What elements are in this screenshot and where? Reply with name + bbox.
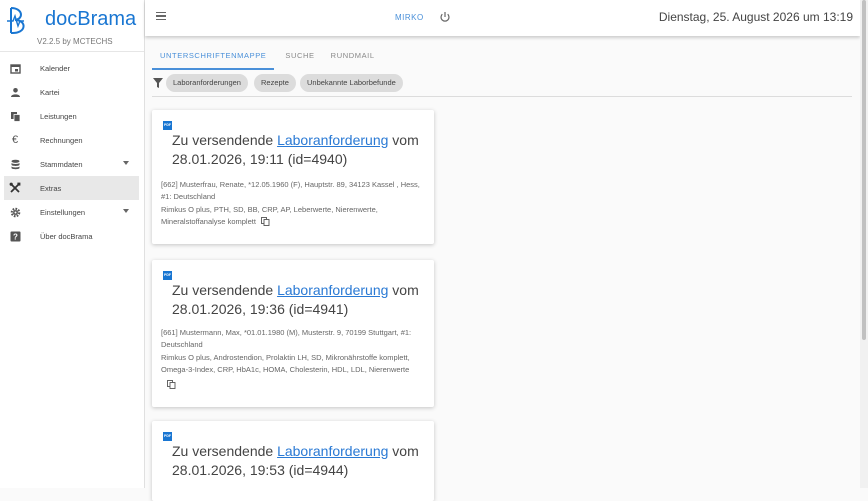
filter-chip-unbekannte-laborbefunde[interactable]: Unbekannte Laborbefunde [300,74,403,92]
gear-icon [9,206,21,218]
svg-text:?: ? [13,232,18,241]
calendar-icon [9,62,21,74]
sidebar-item-label: Kartei [40,88,60,97]
pdf-icon[interactable]: PDF [163,271,172,280]
tab-suche[interactable]: SUCHE [277,46,322,70]
card-title: Zu versendende Laboranforderung vom 28.0… [172,443,419,478]
tabs: UNTERSCHRIFTENMAPPE SUCHE RUNDMAIL [152,46,383,70]
card-title-link[interactable]: Laboranforderung [277,443,388,459]
current-datetime: Dienstag, 25. August 2026 um 13:19 [658,10,853,24]
tools-icon [9,182,21,194]
copy-icon[interactable] [260,217,270,227]
menu-icon[interactable] [156,12,166,21]
card-title: Zu versendende Laboranforderung vom 28.0… [172,132,419,167]
filter-chip-rezepte[interactable]: Rezepte [254,74,296,92]
power-icon[interactable] [439,11,451,23]
filter-chip-laboranforderungen[interactable]: Laboranforderungen [166,74,248,92]
chevron-down-icon [123,161,129,165]
filter-bar: Laboranforderungen Rezepte Unbekannte La… [152,73,852,97]
tab-unterschriftenmappe[interactable]: UNTERSCHRIFTENMAPPE [152,46,275,70]
sidebar-item-leistungen[interactable]: Leistungen [4,104,139,128]
sidebar-item-label: Extras [40,184,62,193]
card-body: [661] Mustermann, Max, *01.01.1980 (M), … [161,327,427,390]
document-card: PDF Zu versendende Laboranforderung vom … [152,421,434,501]
sidebar-nav: Kalender Kartei Leistungen € Rechnungen … [0,56,144,248]
brand-version: V2.2.5 by MCTECHS [37,37,113,46]
help-icon: ? [9,230,21,242]
pdf-icon[interactable]: PDF [163,432,172,441]
sidebar-item-label: Über docBrama [40,232,93,241]
card-title: Zu versendende Laboranforderung vom 28.0… [172,282,419,317]
database-icon [9,158,21,170]
sidebar-item-rechnungen[interactable]: € Rechnungen [4,128,139,152]
sidebar-item-label: Einstellungen [40,208,86,217]
sidebar-item-stammdaten[interactable]: Stammdaten [4,152,139,176]
euro-icon: € [11,134,19,146]
test-list: Rimkus O plus, PTH, SD, BB, CRP, AP, Leb… [161,204,378,227]
sidebar-item-ueber[interactable]: ? Über docBrama [4,224,139,248]
copy-icon[interactable] [167,380,176,390]
tab-rundmail[interactable]: RUNDMAIL [323,46,383,70]
sidebar-item-einstellungen[interactable]: Einstellungen [4,200,139,224]
filter-icon[interactable] [153,78,163,88]
sidebar-item-label: Rechnungen [40,136,83,145]
user-name[interactable]: MIRKO [395,13,424,22]
docbrama-logo-icon [7,7,25,35]
person-icon [9,86,21,98]
test-list: Rimkus O plus, Androstendion, Prolaktin … [161,352,410,374]
card-title-link[interactable]: Laboranforderung [277,132,388,148]
sidebar-item-label: Stammdaten [40,160,83,169]
document-card: PDF Zu versendende Laboranforderung vom … [152,110,434,244]
chevron-down-icon [123,209,129,213]
scrollbar-thumb[interactable] [862,0,866,340]
brand-name[interactable]: docBrama [45,8,136,31]
sidebar-item-extras[interactable]: Extras [4,176,139,200]
sidebar-item-kalender[interactable]: Kalender [4,56,139,80]
brand: docBrama V2.2.5 by MCTECHS [0,0,144,52]
card-title-link[interactable]: Laboranforderung [277,282,388,298]
top-bar: MIRKO Dienstag, 25. August 2026 um 13:19 [145,0,860,36]
scrollbar[interactable] [860,0,868,488]
document-card: PDF Zu versendende Laboranforderung vom … [152,260,434,407]
sidebar-item-kartei[interactable]: Kartei [4,80,139,104]
patient-info: [662] Musterfrau, Renate, *12.05.1960 (F… [161,180,420,202]
patient-info: [661] Mustermann, Max, *01.01.1980 (M), … [161,328,412,350]
sidebar: docBrama V2.2.5 by MCTECHS Kalender Kart… [0,0,145,488]
copy-stack-icon [9,110,21,122]
sidebar-item-label: Leistungen [40,112,77,121]
card-body: [662] Musterfrau, Renate, *12.05.1960 (F… [161,179,427,228]
pdf-icon[interactable]: PDF [163,121,172,130]
sidebar-item-label: Kalender [40,64,71,73]
